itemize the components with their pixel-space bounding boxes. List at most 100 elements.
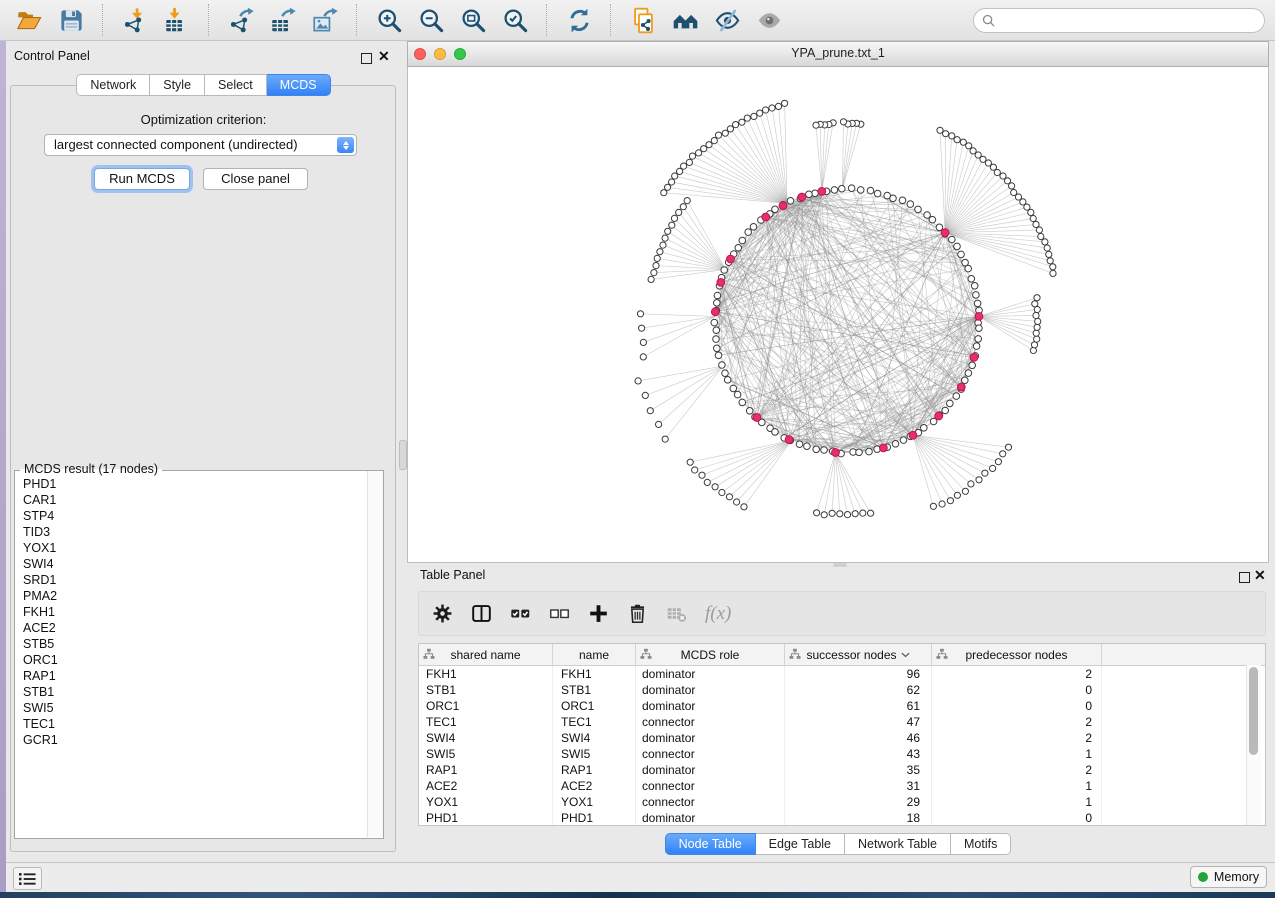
column-label: MCDS role xyxy=(681,648,740,662)
toolbar-separator xyxy=(208,4,210,36)
import-table-icon[interactable] xyxy=(161,4,193,36)
vertical-splitter-handle[interactable] xyxy=(399,440,407,470)
zoom-in-icon[interactable] xyxy=(373,4,405,36)
show-hide-columns-icon[interactable] xyxy=(471,603,492,624)
save-session-icon[interactable] xyxy=(55,4,87,36)
export-network-icon[interactable] xyxy=(225,4,257,36)
mcds-result-item[interactable]: SWI4 xyxy=(15,556,355,572)
mcds-result-item[interactable]: SRD1 xyxy=(15,572,355,588)
create-column-icon[interactable] xyxy=(588,603,609,624)
column-header-name[interactable]: name xyxy=(553,644,636,665)
table-row[interactable]: ACE2ACE2connector311 xyxy=(419,778,1265,794)
select-all-icon[interactable] xyxy=(510,603,531,624)
import-network-icon[interactable] xyxy=(119,4,151,36)
mcds-result-item[interactable]: ACE2 xyxy=(15,620,355,636)
table-cell: 31 xyxy=(785,778,932,794)
network-canvas[interactable] xyxy=(407,67,1269,563)
tab-network-table[interactable]: Network Table xyxy=(845,833,951,855)
mcds-result-item[interactable]: STP4 xyxy=(15,508,355,524)
memory-button[interactable]: Memory xyxy=(1190,866,1267,888)
task-history-button[interactable] xyxy=(13,867,42,890)
table-gear-icon[interactable] xyxy=(432,603,453,624)
mcds-result-item[interactable]: CAR1 xyxy=(15,492,355,508)
table-row[interactable]: FKH1FKH1dominator962 xyxy=(419,666,1265,682)
export-image-icon[interactable] xyxy=(309,4,341,36)
mcds-result-item[interactable]: TEC1 xyxy=(15,716,355,732)
delete-column-icon[interactable] xyxy=(627,603,648,624)
table-panel-float-button[interactable] xyxy=(1239,572,1250,583)
table-row[interactable]: STB1STB1dominator620 xyxy=(419,682,1265,698)
dropdown-stepper-icon xyxy=(337,137,354,153)
control-panel-close-button[interactable]: ✕ xyxy=(378,50,390,62)
close-panel-button[interactable]: Close panel xyxy=(203,168,308,190)
network-graph[interactable] xyxy=(408,67,1268,561)
table-cell: ORC1 xyxy=(419,698,553,714)
tab-mcds[interactable]: MCDS xyxy=(267,74,331,96)
table-row[interactable]: SWI4SWI4dominator462 xyxy=(419,730,1265,746)
mcds-result-item[interactable]: STB1 xyxy=(15,684,355,700)
mcds-result-item[interactable]: STB5 xyxy=(15,636,355,652)
table-cell: 61 xyxy=(785,698,932,714)
table-cell: PHD1 xyxy=(419,810,553,826)
zoom-selected-icon[interactable] xyxy=(499,4,531,36)
table-cell: 0 xyxy=(932,810,1102,826)
table-row[interactable]: ORC1ORC1dominator610 xyxy=(419,698,1265,714)
mcds-result-item[interactable]: RAP1 xyxy=(15,668,355,684)
hide-selected-icon[interactable] xyxy=(711,4,743,36)
table-cell: ACE2 xyxy=(553,778,636,794)
table-row[interactable]: SWI5SWI5connector431 xyxy=(419,746,1265,762)
deselect-all-icon[interactable] xyxy=(549,603,570,624)
mcds-result-item[interactable]: FKH1 xyxy=(15,604,355,620)
table-cell: ORC1 xyxy=(553,698,636,714)
search-input[interactable] xyxy=(1000,13,1256,29)
tab-network[interactable]: Network xyxy=(76,74,150,96)
table-cell: connector xyxy=(636,714,785,730)
tab-style[interactable]: Style xyxy=(150,74,205,96)
control-panel-tabs: NetworkStyleSelectMCDS xyxy=(6,74,401,96)
show-all-icon[interactable] xyxy=(753,4,785,36)
zoom-out-icon[interactable] xyxy=(415,4,447,36)
tab-edge-table[interactable]: Edge Table xyxy=(756,833,845,855)
mcds-result-item[interactable]: GCR1 xyxy=(15,732,355,748)
table-cell: SWI5 xyxy=(553,746,636,762)
mcds-result-item[interactable]: PMA2 xyxy=(15,588,355,604)
control-panel-float-button[interactable] xyxy=(361,53,372,64)
mcds-result-item[interactable]: PHD1 xyxy=(15,476,355,492)
table-panel-close-button[interactable]: ✕ xyxy=(1254,569,1266,581)
mcds-result-scrollbar[interactable] xyxy=(367,471,383,837)
mcds-result-item[interactable]: TID3 xyxy=(15,524,355,540)
table-row[interactable]: YOX1YOX1connector291 xyxy=(419,794,1265,810)
apply-layout-icon[interactable] xyxy=(563,4,595,36)
table-cell: PHD1 xyxy=(553,810,636,826)
table-row[interactable]: TEC1TEC1connector472 xyxy=(419,714,1265,730)
table-row[interactable]: PHD1PHD1dominator180 xyxy=(419,810,1265,826)
tab-motifs[interactable]: Motifs xyxy=(951,833,1011,855)
new-network-from-selection-icon[interactable] xyxy=(627,4,659,36)
open-file-icon[interactable] xyxy=(13,4,45,36)
mcds-result-item[interactable]: ORC1 xyxy=(15,652,355,668)
network-window-title: YPA_prune.txt_1 xyxy=(407,46,1269,60)
table-scrollbar-thumb[interactable] xyxy=(1249,667,1258,755)
run-mcds-button[interactable]: Run MCDS xyxy=(94,168,190,190)
column-header-successor-nodes[interactable]: successor nodes xyxy=(785,644,932,665)
horizontal-splitter-handle[interactable] xyxy=(833,563,847,567)
criterion-dropdown[interactable]: largest connected component (undirected) xyxy=(44,134,357,156)
column-header-shared-name[interactable]: shared name xyxy=(419,644,553,665)
search-box[interactable] xyxy=(973,8,1265,33)
tab-select[interactable]: Select xyxy=(205,74,267,96)
optimization-criterion-label: Optimization criterion: xyxy=(6,112,401,127)
zoom-fit-icon[interactable] xyxy=(457,4,489,36)
tab-node-table[interactable]: Node Table xyxy=(665,833,756,855)
table-cell: TEC1 xyxy=(419,714,553,730)
search-icon xyxy=(982,14,995,27)
delete-table-icon[interactable] xyxy=(666,603,687,624)
mcds-result-item[interactable]: YOX1 xyxy=(15,540,355,556)
first-neighbors-icon[interactable] xyxy=(669,4,701,36)
table-cell: 1 xyxy=(932,746,1102,762)
column-header-MCDS-role[interactable]: MCDS role xyxy=(636,644,785,665)
column-header-predecessor-nodes[interactable]: predecessor nodes xyxy=(932,644,1102,665)
mcds-result-item[interactable]: SWI5 xyxy=(15,700,355,716)
table-row[interactable]: RAP1RAP1dominator352 xyxy=(419,762,1265,778)
export-table-icon[interactable] xyxy=(267,4,299,36)
list-icon xyxy=(19,872,36,886)
